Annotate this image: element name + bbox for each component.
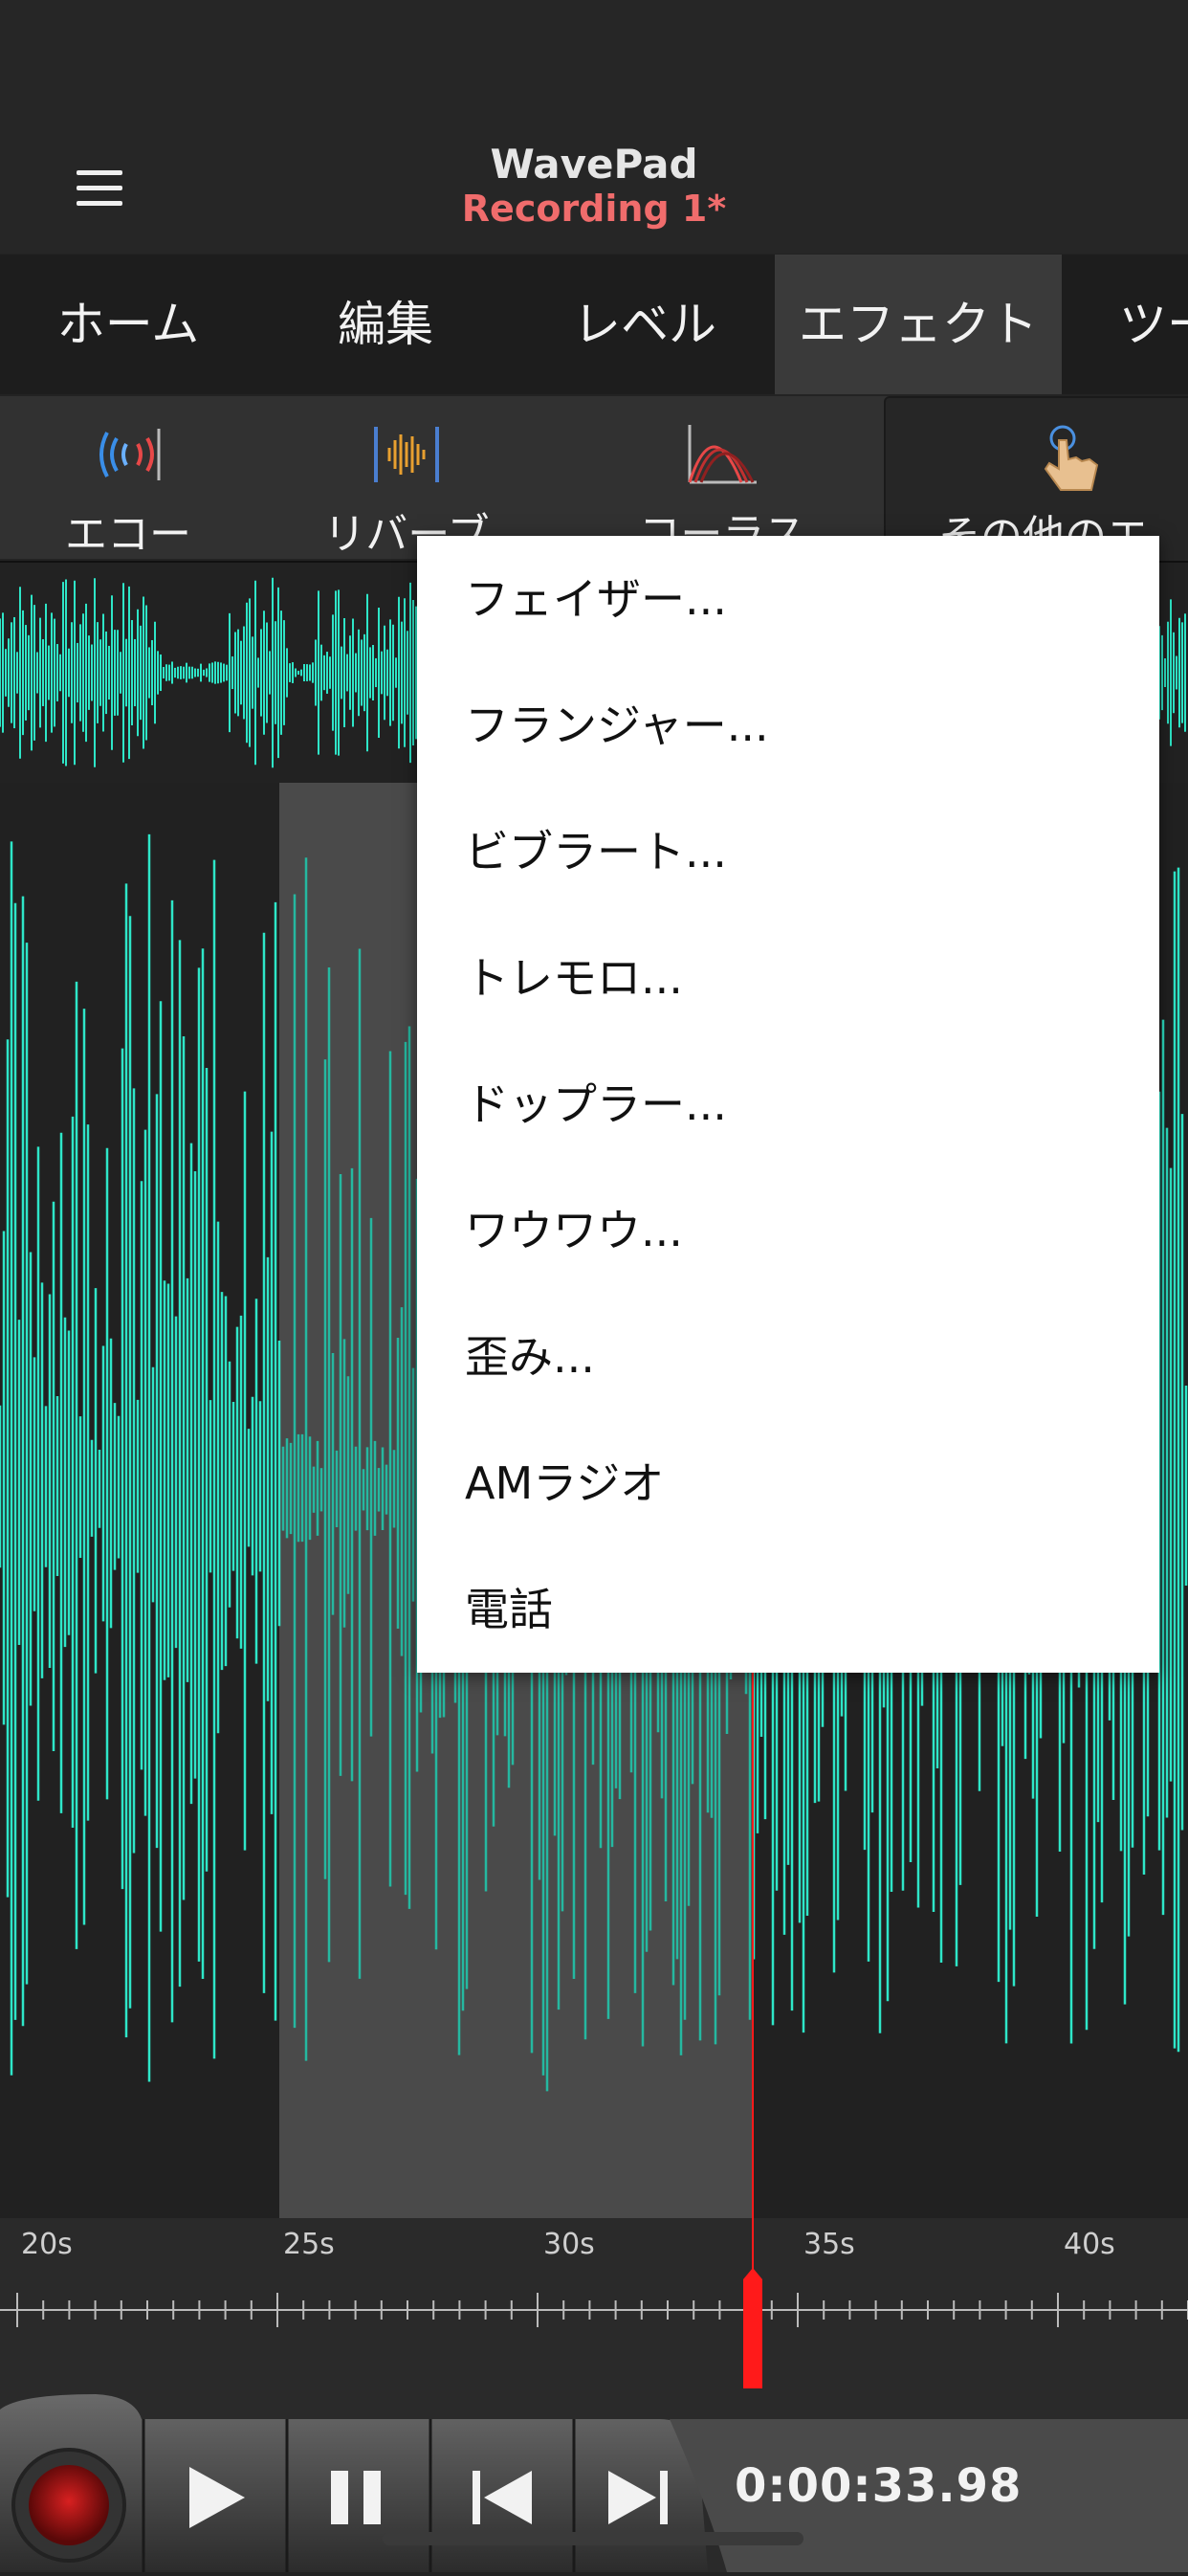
tab-levels[interactable]: レベル [515, 255, 775, 394]
time-readout: 0:00:33.98 [735, 2459, 1023, 2513]
ruler-ticks [0, 2218, 1188, 2388]
timeline-ruler[interactable]: 20s 25s 30s 35s 40s [0, 2218, 1188, 2390]
menu-item-am-radio[interactable]: AMラジオ [417, 1420, 1159, 1546]
effects-popup-menu: フェイザー... フランジャー... ビブラート... トレモロ... ドップラ… [417, 536, 1159, 1673]
effects-toolbar: エコー リバーブ コーラス その他のエ [0, 396, 1188, 561]
status-bar [0, 0, 1188, 124]
menu-item-distortion[interactable]: 歪み... [417, 1294, 1159, 1420]
echo-label: エコー [65, 510, 191, 559]
echo-button[interactable]: エコー [0, 396, 256, 559]
menu-item-tremolo[interactable]: トレモロ... [417, 915, 1159, 1041]
skip-back-icon [473, 2471, 532, 2524]
skip-back-button[interactable] [440, 2429, 564, 2563]
chorus-button[interactable]: コーラス [583, 396, 861, 559]
tab-effects[interactable]: エフェクト [775, 255, 1062, 394]
pause-icon [331, 2471, 381, 2524]
tab-edit[interactable]: 編集 [256, 255, 515, 394]
menu-item-wahwah[interactable]: ワウワウ... [417, 1167, 1159, 1294]
reverb-icon [374, 427, 439, 482]
record-icon [11, 2448, 126, 2563]
reverb-button[interactable]: リバーブ [277, 396, 536, 559]
app-title: WavePad [490, 141, 698, 188]
skip-forward-button[interactable] [583, 2429, 698, 2563]
play-icon [189, 2467, 245, 2528]
echo-icon [99, 429, 161, 480]
hand-pointer-icon [1044, 425, 1099, 491]
skip-forward-icon [608, 2471, 668, 2524]
menu-item-doppler[interactable]: ドップラー... [417, 1041, 1159, 1167]
record-button[interactable] [10, 2409, 134, 2572]
tab-tools[interactable]: ツー [1062, 255, 1188, 394]
tab-bar: ホーム 編集 レベル エフェクト ツー [0, 255, 1188, 394]
menu-item-flanger[interactable]: フランジャー... [417, 662, 1159, 788]
pause-button[interactable] [297, 2429, 421, 2563]
playhead-handle[interactable] [743, 2268, 762, 2388]
play-button[interactable] [153, 2429, 277, 2563]
menu-item-vibrato[interactable]: ビブラート... [417, 788, 1159, 915]
document-title: Recording 1* [461, 188, 727, 230]
tab-home[interactable]: ホーム [0, 255, 256, 394]
menu-item-telephone[interactable]: 電話 [417, 1546, 1159, 1673]
chorus-icon [688, 425, 757, 484]
menu-item-phaser[interactable]: フェイザー... [417, 536, 1159, 662]
